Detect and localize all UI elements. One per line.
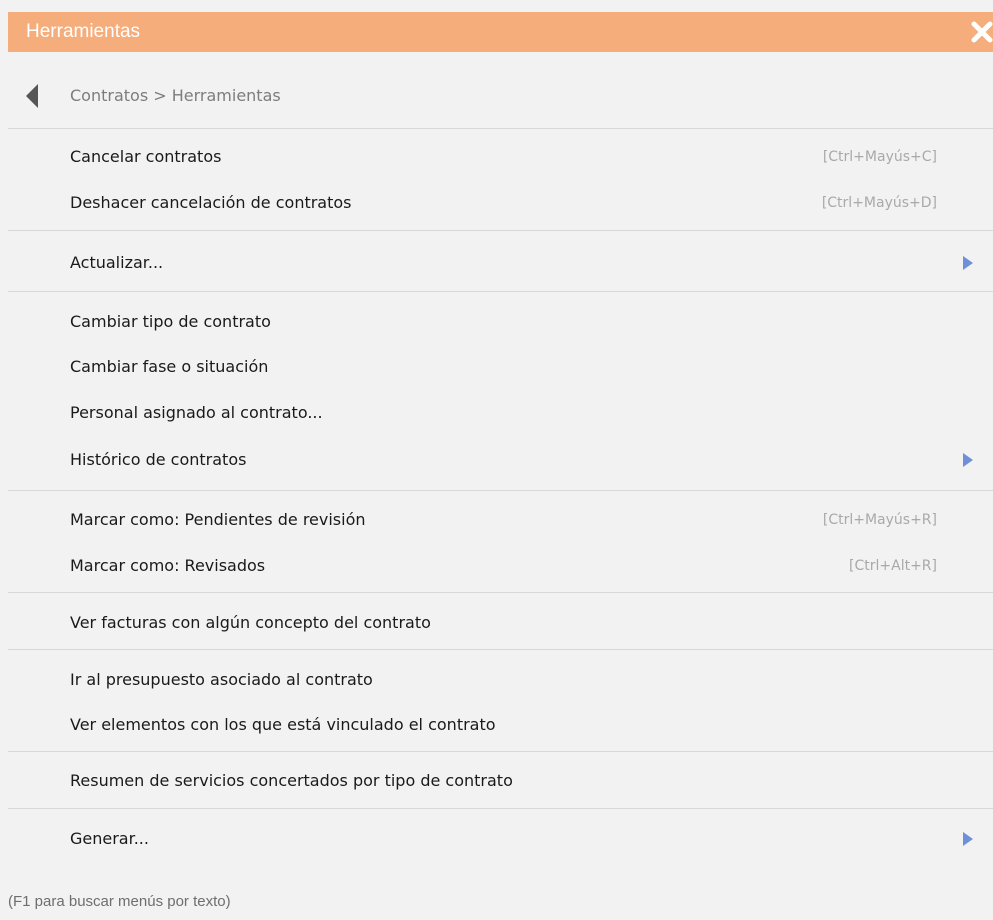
menu-item-label: Ver elementos con los que está vinculado… xyxy=(70,715,496,734)
menu-item-deshacer-cancelacion[interactable]: Deshacer cancelación de contratos [Ctrl+… xyxy=(8,183,993,223)
menu-item-label: Cambiar tipo de contrato xyxy=(70,312,271,331)
menu-item-label: Deshacer cancelación de contratos xyxy=(70,193,352,212)
menu-item-shortcut: [Ctrl+Alt+R] xyxy=(849,558,937,574)
menu-item-label: Ir al presupuesto asociado al contrato xyxy=(70,670,373,689)
submenu-arrow-icon xyxy=(963,832,973,846)
menu-item-label: Cambiar fase o situación xyxy=(70,357,269,376)
window-title: Herramientas xyxy=(26,21,141,42)
breadcrumb-text: Contratos > Herramientas xyxy=(70,86,281,105)
menu-item-actualizar[interactable]: Actualizar... xyxy=(8,243,993,283)
close-icon[interactable] xyxy=(969,19,993,45)
menu-item-resumen-servicios[interactable]: Resumen de servicios concertados por tip… xyxy=(8,761,993,801)
breadcrumb: Contratos > Herramientas xyxy=(8,76,993,116)
window-titlebar: Herramientas xyxy=(8,12,993,52)
menu-item-label: Generar... xyxy=(70,829,149,848)
menu-item-label: Actualizar... xyxy=(70,253,164,272)
submenu-arrow-icon xyxy=(963,256,973,270)
menu-item-shortcut: [Ctrl+Mayús+C] xyxy=(822,149,937,165)
menu-divider xyxy=(8,230,993,231)
menu-divider xyxy=(8,291,993,292)
menu-item-marcar-pendientes[interactable]: Marcar como: Pendientes de revisión [Ctr… xyxy=(8,500,993,540)
menu-divider xyxy=(8,808,993,809)
menu-item-personal-asignado[interactable]: Personal asignado al contrato... xyxy=(8,393,993,433)
menu-item-ver-facturas[interactable]: Ver facturas con algún concepto del cont… xyxy=(8,603,993,643)
menu-item-cancelar-contratos[interactable]: Cancelar contratos [Ctrl+Mayús+C] xyxy=(8,137,993,177)
menu-item-label: Marcar como: Revisados xyxy=(70,556,266,575)
menu-item-marcar-revisados[interactable]: Marcar como: Revisados [Ctrl+Alt+R] xyxy=(8,546,993,586)
menu-item-shortcut: [Ctrl+Mayús+D] xyxy=(821,195,937,211)
menu-item-cambiar-fase[interactable]: Cambiar fase o situación xyxy=(8,347,993,387)
menu-item-label: Personal asignado al contrato... xyxy=(70,403,323,422)
menu-item-historico[interactable]: Histórico de contratos xyxy=(8,440,993,480)
back-arrow-icon[interactable] xyxy=(24,82,42,110)
menu-item-label: Marcar como: Pendientes de revisión xyxy=(70,510,366,529)
menu-item-label: Cancelar contratos xyxy=(70,147,222,166)
menu-item-label: Resumen de servicios concertados por tip… xyxy=(70,771,513,790)
menu-item-shortcut: [Ctrl+Mayús+R] xyxy=(822,512,937,528)
menu-divider xyxy=(8,592,993,593)
menu-item-ver-elementos[interactable]: Ver elementos con los que está vinculado… xyxy=(8,705,993,745)
menu-divider xyxy=(8,490,993,491)
menu-item-cambiar-tipo[interactable]: Cambiar tipo de contrato xyxy=(8,302,993,342)
menu-item-generar[interactable]: Generar... xyxy=(8,819,993,859)
menu-item-label: Histórico de contratos xyxy=(70,450,247,469)
submenu-arrow-icon xyxy=(963,453,973,467)
menu-divider xyxy=(8,751,993,752)
menu-item-ir-presupuesto[interactable]: Ir al presupuesto asociado al contrato xyxy=(8,660,993,700)
menu-divider xyxy=(8,649,993,650)
footer-hint: (F1 para buscar menús por texto) xyxy=(8,893,231,910)
menu-divider xyxy=(8,128,993,129)
menu-item-label: Ver facturas con algún concepto del cont… xyxy=(70,613,431,632)
